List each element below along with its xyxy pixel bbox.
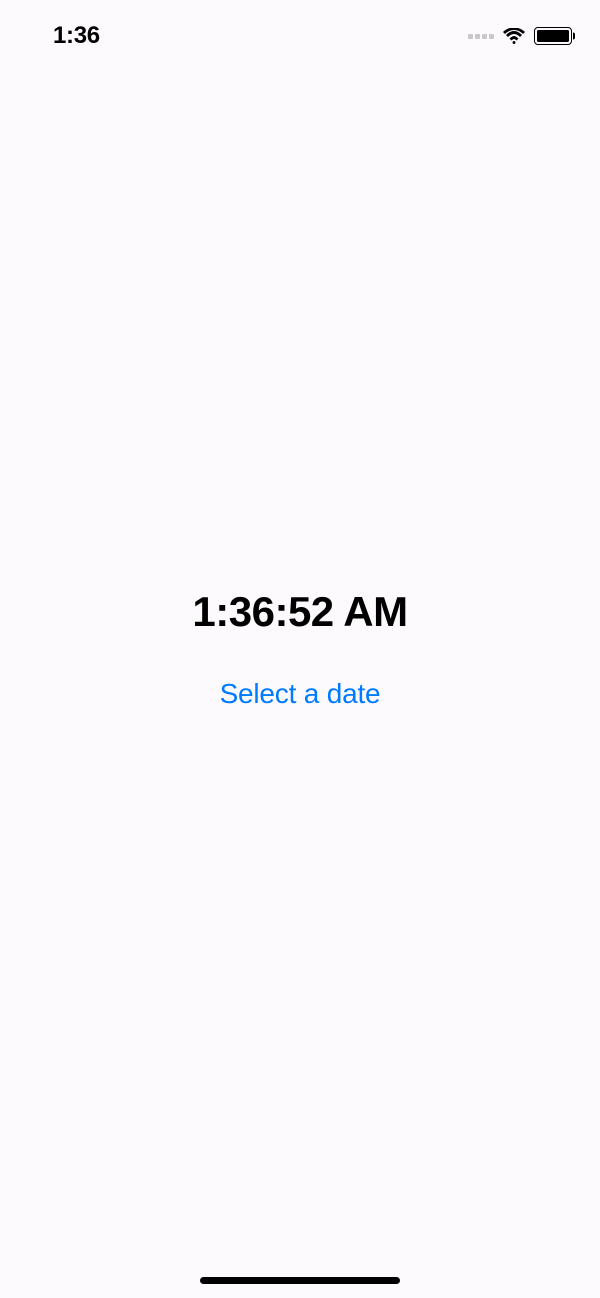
select-date-button[interactable]: Select a date <box>220 678 381 710</box>
time-display: 1:36:52 AM <box>192 588 407 636</box>
home-indicator[interactable] <box>200 1277 400 1284</box>
main-content: 1:36:52 AM Select a date <box>0 0 600 1298</box>
